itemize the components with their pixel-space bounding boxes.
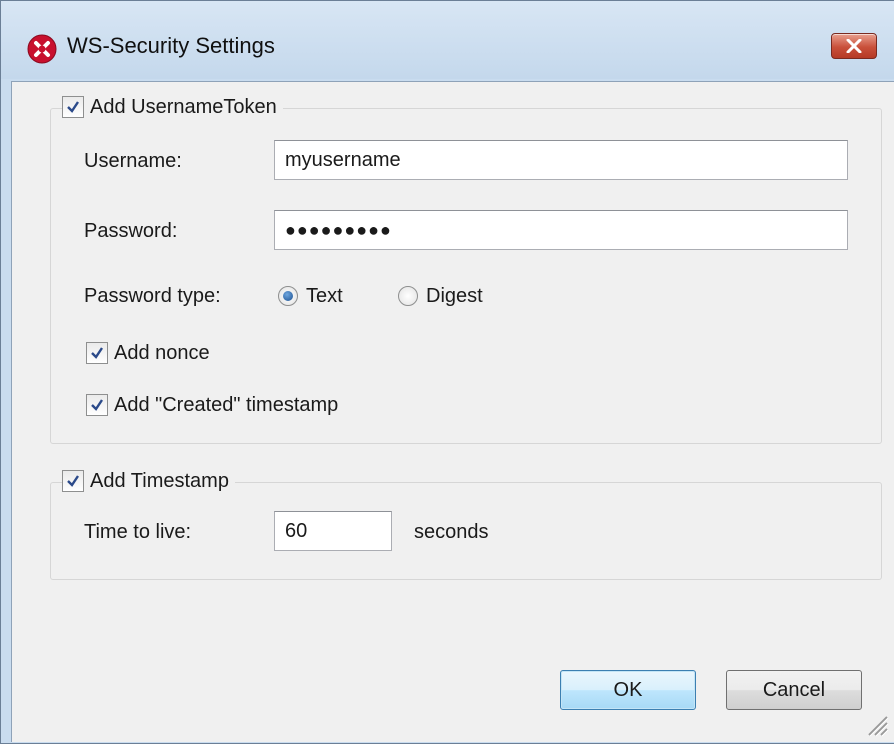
add-nonce-option[interactable]: Add nonce [86, 340, 210, 366]
close-button[interactable] [831, 33, 877, 59]
altova-logo-icon [27, 34, 57, 64]
ttl-unit-label: seconds [414, 521, 489, 543]
add-created-label: Add "Created" timestamp [114, 393, 339, 416]
radio-selected-dot [283, 291, 293, 301]
dialog-body: Add UsernameToken Username: myusername P… [11, 81, 894, 742]
radio-text[interactable] [278, 286, 298, 306]
password-type-label: Password type: [84, 285, 221, 307]
checkmark-icon [91, 347, 103, 359]
add-created-option[interactable]: Add "Created" timestamp [86, 392, 338, 418]
add-timestamp-checkbox[interactable] [62, 470, 84, 492]
add-created-checkbox[interactable] [86, 394, 108, 416]
ttl-input[interactable]: 60 [274, 511, 392, 551]
checkmark-icon [67, 101, 79, 113]
username-input[interactable]: myusername [274, 140, 848, 180]
checkmark-icon [91, 399, 103, 411]
add-timestamp-label: Add Timestamp [90, 469, 229, 492]
dialog-window: WS-Security Settings Add UsernameToken U… [0, 0, 894, 744]
ttl-label: Time to live: [84, 521, 192, 543]
ok-button[interactable]: OK [560, 670, 696, 710]
close-icon [846, 39, 862, 53]
cancel-button[interactable]: Cancel [726, 670, 862, 710]
radio-digest[interactable] [398, 286, 418, 306]
resize-grip-icon[interactable] [859, 707, 889, 737]
add-username-token-checkbox[interactable] [62, 96, 84, 118]
title-bar[interactable]: WS-Security Settings [1, 1, 894, 79]
radio-text-option[interactable]: Text [278, 283, 343, 309]
add-username-token-label: Add UsernameToken [90, 95, 277, 118]
checkmark-icon [67, 475, 79, 487]
timestamp-header[interactable]: Add Timestamp [62, 468, 235, 494]
radio-digest-label: Digest [426, 284, 483, 307]
window-title: WS-Security Settings [67, 33, 275, 58]
password-label: Password: [84, 220, 178, 242]
username-label: Username: [84, 150, 182, 172]
username-token-header[interactable]: Add UsernameToken [62, 94, 283, 120]
add-nonce-label: Add nonce [114, 341, 210, 364]
radio-digest-option[interactable]: Digest [398, 283, 483, 309]
password-input[interactable]: ●●●●●●●●● [274, 210, 848, 250]
radio-text-label: Text [306, 284, 343, 307]
add-nonce-checkbox[interactable] [86, 342, 108, 364]
